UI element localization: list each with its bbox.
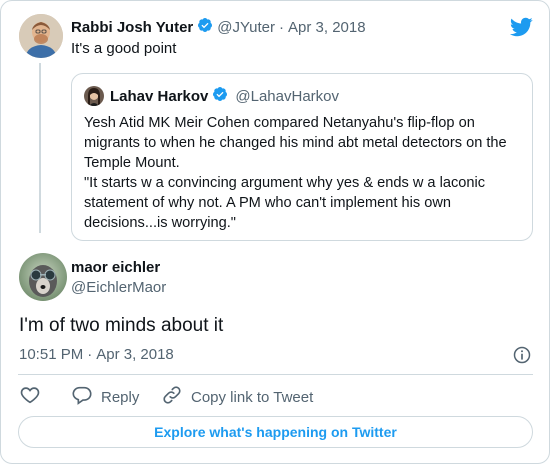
avatar-lahav-harkov[interactable] [84,86,104,106]
main-tweet-separator: · [87,346,93,363]
quoted-tweet-paragraph-1: Yesh Atid MK Meir Cohen compared Netanya… [84,115,507,171]
copy-link-button[interactable]: Copy link to Tweet [161,384,313,410]
main-handle[interactable]: @EichlerMaor [71,279,166,296]
main-tweet-time[interactable]: 10:51 PM [19,346,83,363]
quoted-handle[interactable]: @LahavHarkov [235,88,339,105]
thread-connector-line [39,63,41,233]
main-tweet-timestamp[interactable]: 10:51 PM · Apr 3, 2018 [19,346,174,363]
heart-icon [19,384,41,410]
like-button[interactable] [19,384,41,410]
reply-label: Reply [101,388,140,406]
verified-badge-icon [197,17,213,38]
copy-link-label: Copy link to Tweet [191,388,314,406]
avatar-josh-yuter[interactable] [19,14,63,58]
quoted-tweet-header: Lahav Harkov @LahavHarkov [110,86,339,107]
reply-handle[interactable]: @JYuter [217,19,275,36]
quoted-tweet[interactable]: Lahav Harkov @LahavHarkov Yesh Atid MK M… [71,73,533,241]
info-icon[interactable] [512,345,532,365]
avatar-maor-eichler[interactable] [19,253,67,301]
explore-twitter-button[interactable]: Explore what's happening on Twitter [18,416,533,448]
main-tweet-date[interactable]: Apr 3, 2018 [96,346,174,363]
reply-tweet-text: It's a good point [71,40,177,57]
reply-author-name[interactable]: Rabbi Josh Yuter [71,19,193,36]
reply-icon [71,384,93,410]
reply-button[interactable]: Reply [71,384,139,410]
twitter-logo-icon[interactable] [509,15,533,39]
quoted-author-name[interactable]: Lahav Harkov [110,88,208,105]
actions-divider [18,374,533,375]
verified-badge-icon [212,86,228,107]
main-tweet-text: I'm of two minds about it [19,315,224,336]
reply-tweet-header: Rabbi Josh Yuter @JYuter · Apr 3, 2018 [71,17,366,38]
reply-separator: · [279,19,285,36]
quoted-tweet-paragraph-2: "It starts w a convincing argument why y… [84,175,486,231]
main-author-name[interactable]: maor eichler [71,259,160,276]
tweet-embed-card: Rabbi Josh Yuter @JYuter · Apr 3, 2018 I… [0,0,550,464]
link-icon [161,384,183,410]
reply-date[interactable]: Apr 3, 2018 [288,19,366,36]
